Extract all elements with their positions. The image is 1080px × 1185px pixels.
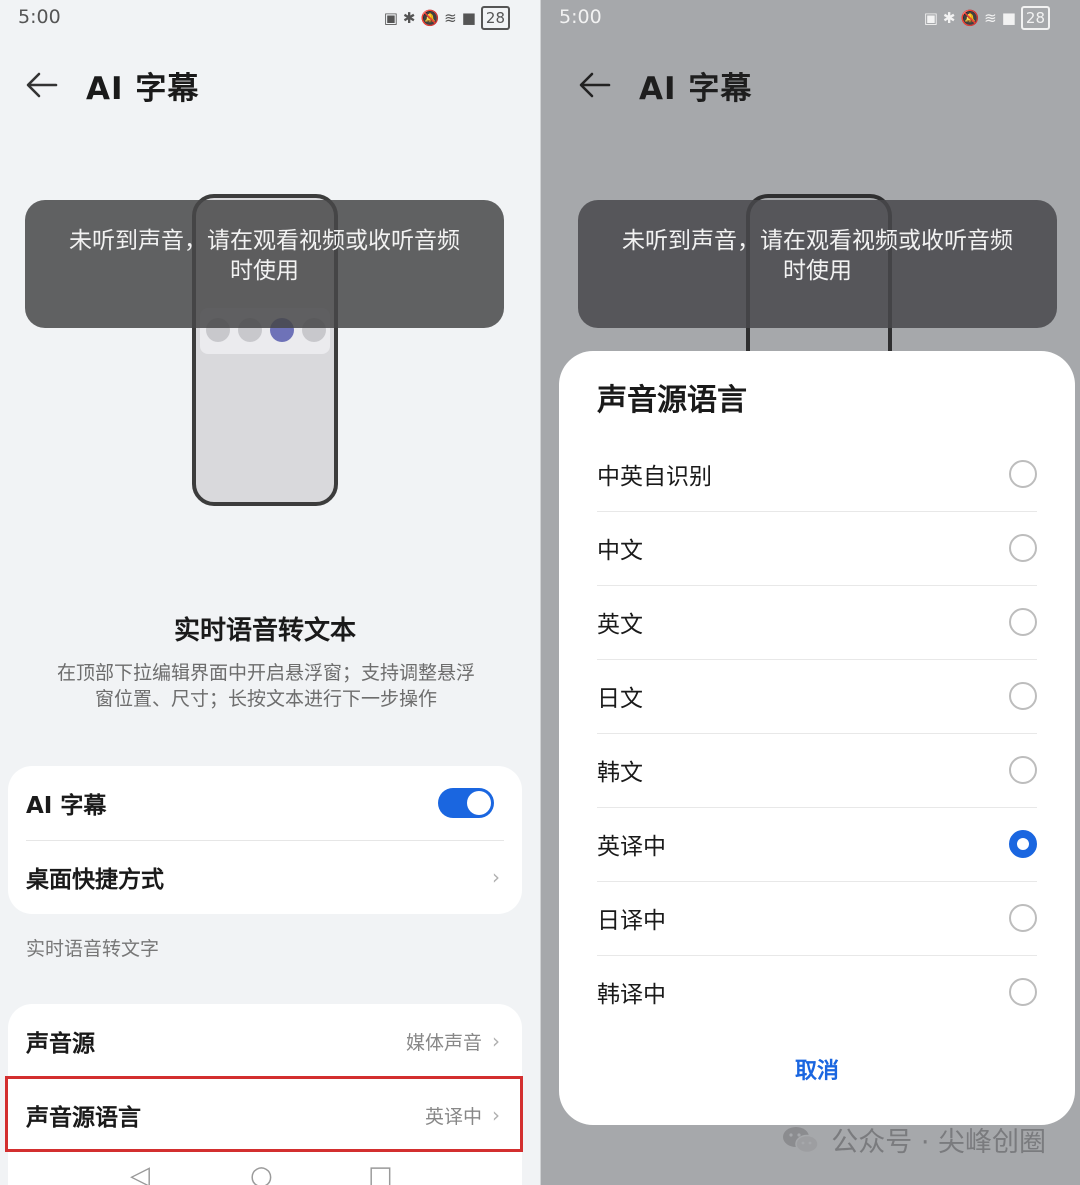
sheet-title: 声音源语言: [597, 383, 747, 418]
chevron-right-icon: ›: [492, 865, 500, 889]
watermark: 公众号 · 尖峰创圈: [781, 1120, 1046, 1159]
status-bar: 5:00 ▣ ✱ 🔕 ≋ ■ 28: [18, 4, 510, 30]
toast-line-2: 时使用: [230, 258, 299, 284]
sound-source-row[interactable]: 声音源 媒体声音 ›: [8, 1004, 522, 1078]
app-bar: AI 字幕: [577, 58, 752, 112]
watermark-text: 公众号 · 尖峰创圈: [831, 1127, 1046, 1158]
battery-icon: 28: [480, 6, 510, 30]
group-label: 实时语音转文字: [26, 938, 160, 960]
status-time: 5:00: [18, 6, 61, 28]
option-en-to-zh[interactable]: 英译中: [597, 807, 1037, 881]
status-icons: ▣ ✱ 🔕 ≋ ■ 28: [384, 6, 510, 30]
status-time: 5:00: [559, 6, 602, 28]
description-line-2: 窗位置、尺寸；长按文本进行下一步操作: [94, 688, 437, 710]
option-chinese[interactable]: 中文: [597, 511, 1037, 585]
mute-icon: 🔕: [960, 9, 980, 27]
option-ja-to-zh[interactable]: 日译中: [597, 881, 1037, 955]
cast-icon: ▣: [923, 9, 938, 27]
radio-button[interactable]: [1009, 756, 1037, 784]
option-label: 中英自识别: [597, 464, 712, 490]
radio-button-selected[interactable]: [1009, 830, 1037, 858]
option-label: 韩文: [597, 760, 643, 786]
nav-back-icon[interactable]: ◁: [130, 1161, 150, 1185]
option-label: 韩译中: [597, 982, 666, 1008]
wifi-icon: ≋: [444, 9, 457, 27]
no-sound-toast: 未听到声音，请在观看视频或收听音频 时使用: [25, 200, 504, 328]
app-bar: AI 字幕: [24, 58, 199, 112]
radio-button[interactable]: [1009, 978, 1037, 1006]
bluetooth-icon: ✱: [402, 9, 416, 27]
option-label: 中文: [597, 538, 643, 564]
option-english[interactable]: 英文: [597, 585, 1037, 659]
nav-home-icon[interactable]: ○: [250, 1161, 273, 1185]
radio-button[interactable]: [1009, 460, 1037, 488]
desktop-shortcut-label: 桌面快捷方式: [26, 867, 164, 893]
feature-description: 在顶部下拉编辑界面中开启悬浮窗；支持调整悬浮 窗位置、尺寸；长按文本进行下一步操…: [28, 660, 504, 712]
status-icons: ▣ ✱ 🔕 ≋ ■ 28: [924, 6, 1050, 30]
bluetooth-icon: ✱: [942, 9, 956, 27]
radio-button[interactable]: [1009, 608, 1037, 636]
mute-icon: 🔕: [420, 9, 440, 27]
sound-source-value: 媒体声音: [405, 1031, 482, 1054]
settings-screen: 5:00 ▣ ✱ 🔕 ≋ ■ 28 AI 字幕 未听到声音，请在观看视频或收听音…: [0, 0, 540, 1185]
cancel-button[interactable]: 取消: [559, 1053, 1075, 1085]
option-label: 日译中: [597, 908, 666, 934]
cast-icon: ▣: [383, 9, 398, 27]
wechat-icon: [783, 1126, 819, 1153]
highlight-box: [5, 1076, 523, 1152]
description-line-1: 在顶部下拉编辑界面中开启悬浮窗；支持调整悬浮: [56, 662, 475, 684]
feature-title: 实时语音转文本: [173, 616, 356, 646]
option-label: 英文: [597, 612, 643, 638]
nav-recents-icon[interactable]: □: [368, 1161, 393, 1185]
status-bar: 5:00 ▣ ✱ 🔕 ≋ ■ 28: [559, 4, 1050, 30]
option-label: 英译中: [597, 834, 666, 860]
chevron-right-icon: ›: [492, 1029, 500, 1053]
ai-caption-toggle[interactable]: [438, 788, 494, 818]
toast-line-1: 未听到声音，请在观看视频或收听音频: [69, 228, 460, 254]
nfc-icon: ■: [461, 9, 476, 27]
sound-source-label: 声音源: [26, 1031, 95, 1057]
nfc-icon: ■: [1001, 9, 1016, 27]
desktop-shortcut-row[interactable]: 桌面快捷方式 ›: [8, 840, 522, 914]
language-sheet-screen: 5:00 ▣ ✱ 🔕 ≋ ■ 28 AI 字幕 未听到声音，请在观看视频或收听音…: [541, 0, 1080, 1185]
ai-caption-label: AI 字幕: [26, 793, 107, 819]
wifi-icon: ≋: [984, 9, 997, 27]
radio-button[interactable]: [1009, 904, 1037, 932]
option-auto-zh-en[interactable]: 中英自识别: [597, 437, 1037, 511]
nav-bar: ◁ ○ □: [0, 1161, 540, 1185]
toast-line-1: 未听到声音，请在观看视频或收听音频: [622, 228, 1013, 254]
option-korean[interactable]: 韩文: [597, 733, 1037, 807]
no-sound-toast: 未听到声音，请在观看视频或收听音频 时使用: [578, 200, 1057, 328]
radio-button[interactable]: [1009, 682, 1037, 710]
language-bottom-sheet: 声音源语言 中英自识别 中文 英文 日文 韩文 英译中 日译中 韩译中 取消: [559, 351, 1075, 1125]
language-options: 中英自识别 中文 英文 日文 韩文 英译中 日译中 韩译中: [597, 437, 1037, 1029]
page-title: AI 字幕: [639, 70, 753, 107]
ai-caption-row[interactable]: AI 字幕: [8, 766, 522, 840]
settings-card-main: AI 字幕 桌面快捷方式 ›: [8, 766, 522, 914]
back-arrow-icon[interactable]: [577, 67, 613, 103]
back-arrow-icon[interactable]: [24, 67, 60, 103]
battery-icon: 28: [1020, 6, 1050, 30]
toast-line-2: 时使用: [783, 258, 852, 284]
option-japanese[interactable]: 日文: [597, 659, 1037, 733]
option-label: 日文: [597, 686, 643, 712]
option-ko-to-zh[interactable]: 韩译中: [597, 955, 1037, 1029]
page-title: AI 字幕: [86, 70, 200, 107]
radio-button[interactable]: [1009, 534, 1037, 562]
